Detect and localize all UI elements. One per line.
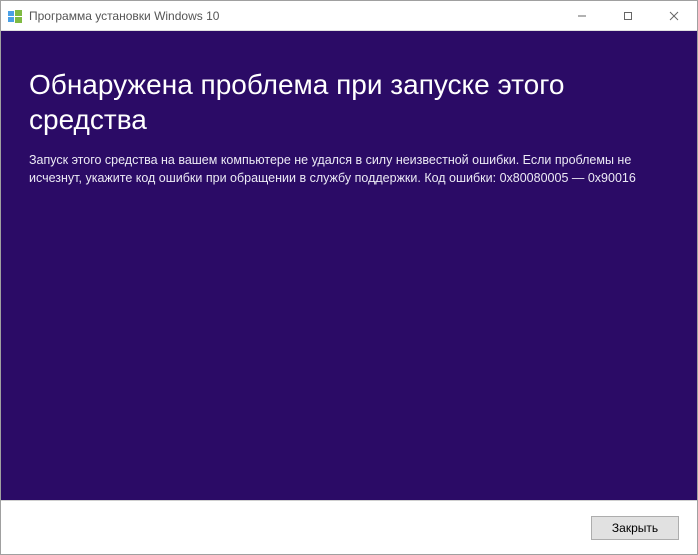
app-icon <box>7 8 23 24</box>
titlebar: Программа установки Windows 10 <box>1 1 697 31</box>
window-title: Программа установки Windows 10 <box>29 9 559 23</box>
footer: Закрыть <box>1 500 697 554</box>
window-controls <box>559 1 697 30</box>
close-window-button[interactable] <box>651 1 697 30</box>
error-heading: Обнаружена проблема при запуске этого ср… <box>29 67 669 137</box>
close-button[interactable]: Закрыть <box>591 516 679 540</box>
content-area: Обнаружена проблема при запуске этого ср… <box>1 31 697 500</box>
minimize-button[interactable] <box>559 1 605 30</box>
error-message: Запуск этого средства на вашем компьютер… <box>29 151 669 187</box>
installer-window: Программа установки Windows 10 Обнаружен… <box>0 0 698 555</box>
maximize-button[interactable] <box>605 1 651 30</box>
